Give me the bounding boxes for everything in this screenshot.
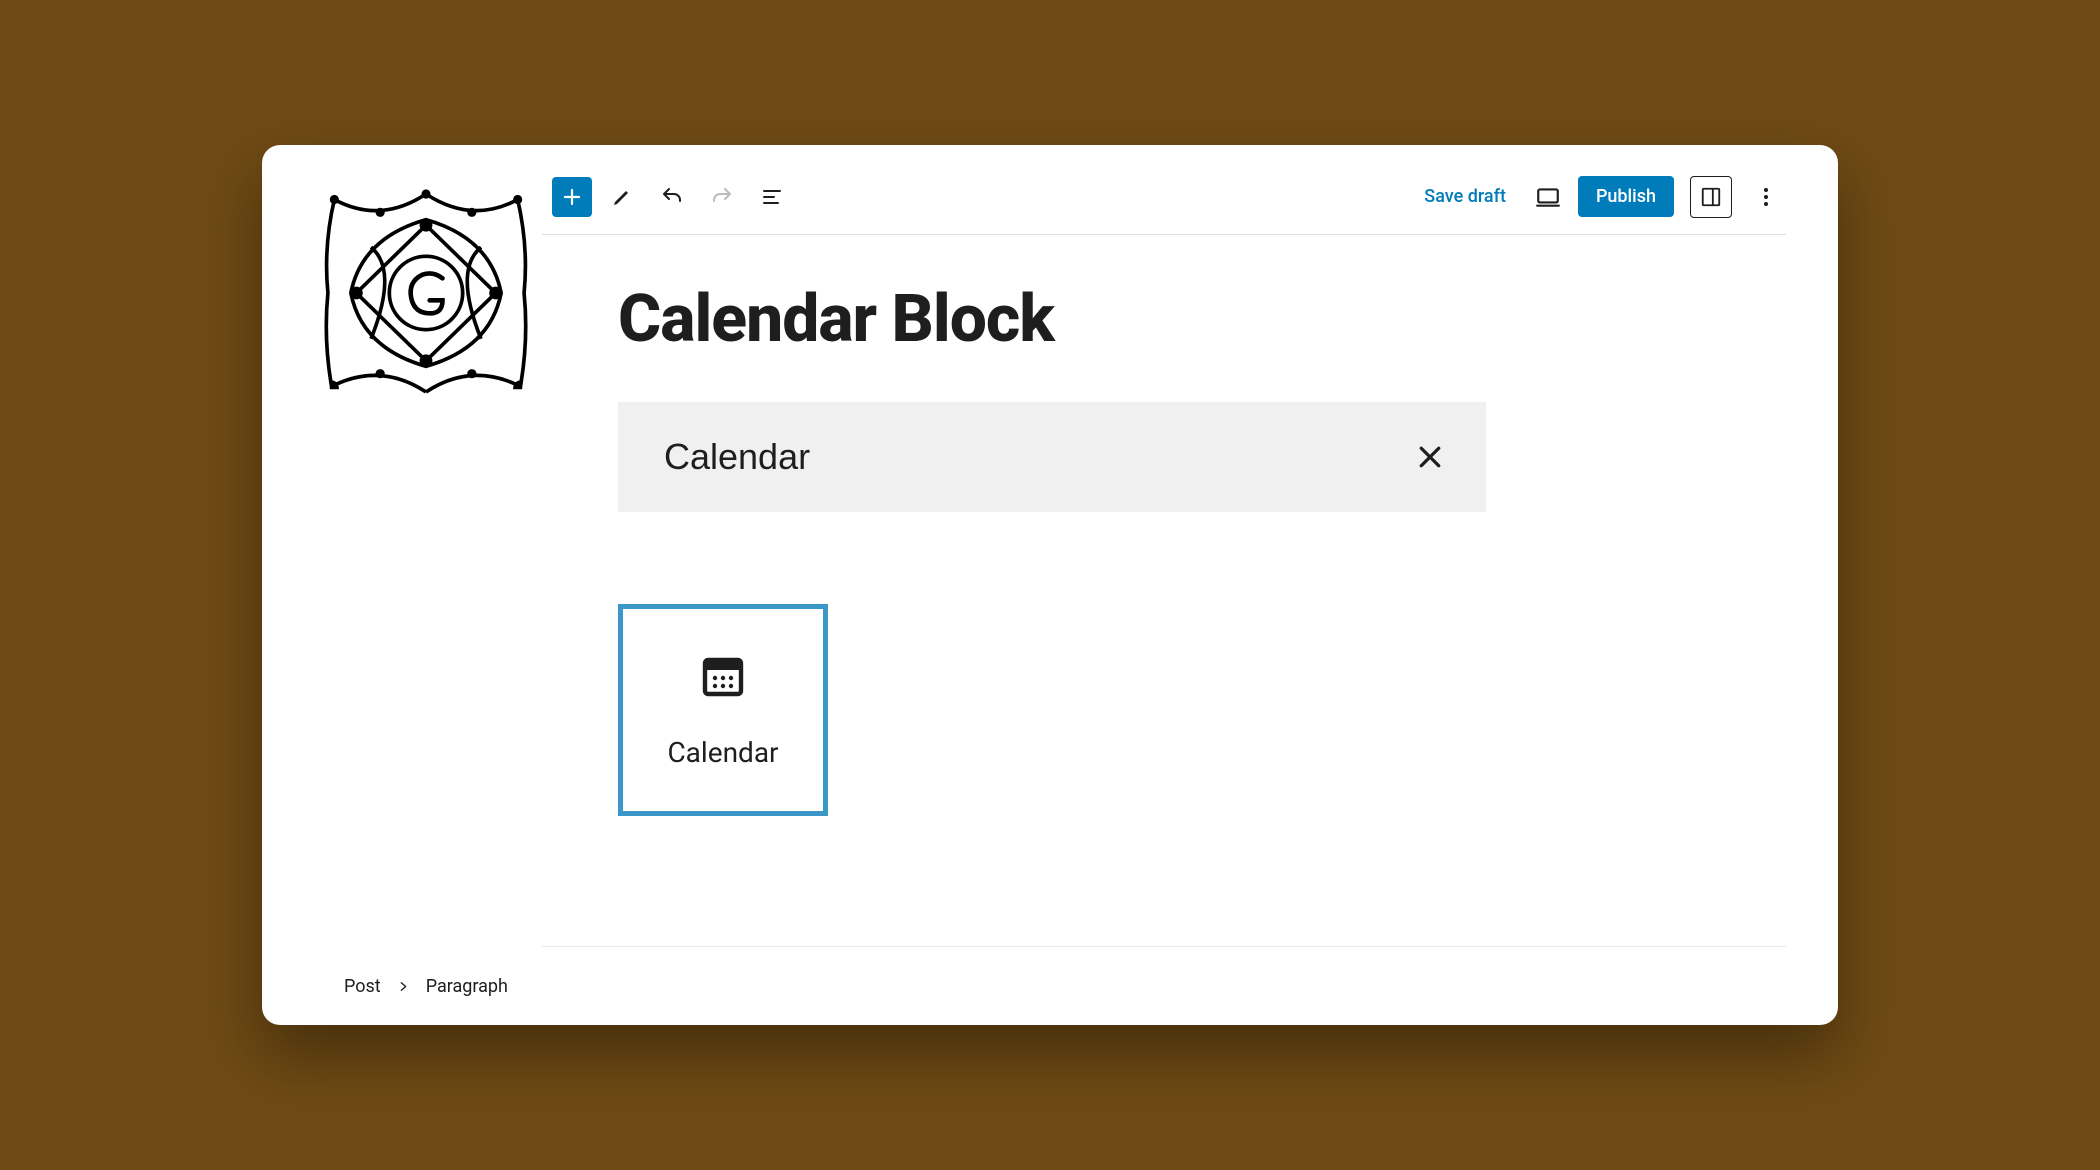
- settings-panel-toggle[interactable]: [1690, 176, 1732, 218]
- gutenberg-logo: [316, 183, 536, 403]
- edit-mode-button[interactable]: [602, 177, 642, 217]
- redo-button[interactable]: [702, 177, 742, 217]
- document-overview-button[interactable]: [752, 177, 792, 217]
- editor-content: Calendar Block: [542, 235, 1786, 1025]
- breadcrumb-divider: [542, 946, 1786, 947]
- save-draft-button[interactable]: Save draft: [1412, 186, 1518, 207]
- publish-button[interactable]: Publish: [1578, 176, 1674, 217]
- page-title[interactable]: Calendar Block: [618, 281, 1786, 358]
- breadcrumb: Post Paragraph: [344, 976, 508, 997]
- editor-toolbar: Save draft Publish: [542, 159, 1786, 235]
- block-result-label: Calendar: [667, 736, 778, 769]
- editor-main: Save draft Publish Calendar Block: [542, 145, 1838, 1025]
- chevron-right-icon: [397, 980, 410, 993]
- clear-search-button[interactable]: [1410, 437, 1450, 477]
- editor-sidebar: [262, 145, 542, 1025]
- breadcrumb-root[interactable]: Post: [344, 976, 381, 997]
- preview-button[interactable]: [1528, 177, 1568, 217]
- breadcrumb-current[interactable]: Paragraph: [426, 976, 508, 997]
- block-search-input[interactable]: [664, 436, 1410, 478]
- block-result-calendar[interactable]: Calendar: [618, 604, 828, 816]
- calendar-icon: [699, 652, 747, 700]
- block-search: [618, 402, 1486, 512]
- more-options-button[interactable]: [1746, 177, 1786, 217]
- editor-window: Save draft Publish Calendar Block: [262, 145, 1838, 1025]
- undo-button[interactable]: [652, 177, 692, 217]
- add-block-button[interactable]: [552, 177, 592, 217]
